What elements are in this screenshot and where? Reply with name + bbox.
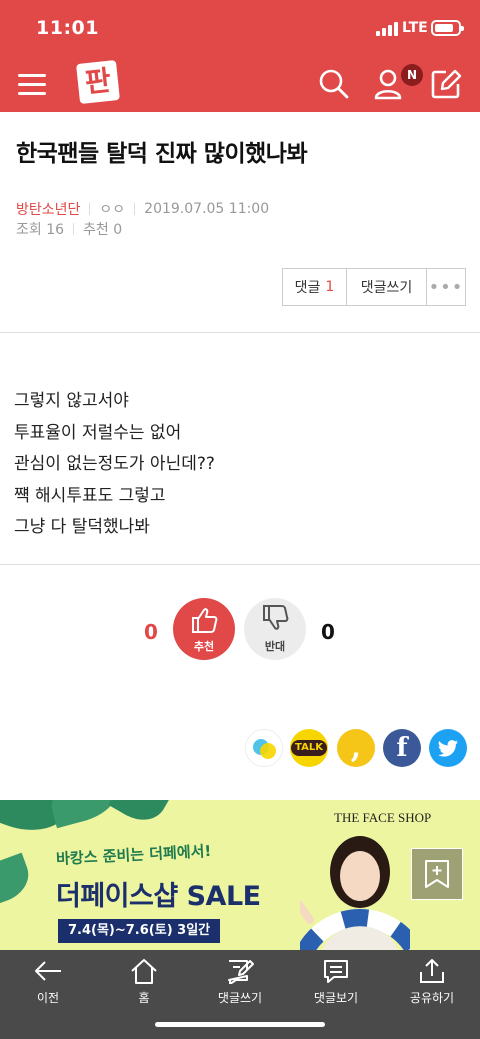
post-recommends: 추천 0 (83, 222, 123, 238)
nav-label: 홈 (138, 991, 150, 1005)
nav-home[interactable]: 홈 (96, 958, 192, 1008)
kakaotalk-label: TALK (291, 740, 327, 756)
signal-icon (376, 22, 400, 36)
bookmark-add-button[interactable] (411, 848, 463, 900)
nav-label: 이전 (36, 991, 60, 1005)
nav-share[interactable]: 공유하기 (384, 958, 480, 1008)
upvote-label: 추천 (193, 640, 215, 653)
twitter-bird-icon (438, 740, 458, 757)
pann-logo[interactable]: 판 (76, 60, 120, 104)
comment-label: 댓글 (294, 280, 321, 296)
status-bar: 11:01 LTE (0, 0, 480, 58)
section-divider (0, 564, 480, 565)
back-arrow-icon (35, 961, 61, 981)
downvote-label: 반대 (264, 640, 286, 653)
write-comment-icon (228, 960, 254, 984)
meta-divider (134, 203, 136, 215)
body-line: 관심이 없는정도가 아닌데?? (14, 454, 215, 474)
share-kakaostory-icon[interactable]: , (337, 729, 375, 767)
post-title: 한국팬들 탈덕 진짜 많이했나봐 (16, 141, 308, 167)
nav-view-comments[interactable]: 댓글보기 (288, 958, 384, 1008)
post-datetime: 2019.07.05 11:00 (144, 201, 270, 217)
meta-divider (89, 203, 91, 215)
ad-headline: 더페이스샵 SALE (56, 881, 261, 912)
upvote-count: 0 (144, 620, 158, 644)
share-icon (420, 959, 444, 983)
top-bar: 11:01 LTE 판 N (0, 0, 480, 112)
post-meta-stats: 조회 16 추천 0 (16, 219, 122, 239)
comment-count-button[interactable]: 댓글 1 (283, 269, 347, 305)
comment-button-group: 댓글 1 댓글쓰기 ••• (282, 268, 466, 306)
meta-divider (73, 223, 75, 235)
thumbs-up-icon (192, 608, 218, 633)
more-button[interactable]: ••• (427, 269, 465, 305)
body-line: 그냥 다 탈덕했나봐 (14, 517, 150, 537)
notification-badge[interactable]: N (401, 64, 423, 86)
downvote-button[interactable]: 반대 (244, 598, 306, 660)
post-author[interactable]: 방탄소년단 (16, 199, 80, 219)
body-line: 쨱 해시투표도 그렇고 (14, 485, 166, 506)
upvote-button[interactable]: 추천 (173, 598, 235, 660)
view-comments-icon (324, 960, 348, 983)
nav-label: 댓글보기 (313, 991, 359, 1005)
share-kakao-channel-icon[interactable] (245, 729, 283, 767)
ad-date-range: 7.4(목)~7.6(토) 3일간 (58, 919, 221, 943)
nav-back[interactable]: 이전 (0, 958, 96, 1008)
kakao-channel-icon (253, 739, 276, 759)
section-divider (0, 332, 480, 333)
nav-write-comment[interactable]: 댓글쓰기 (192, 958, 288, 1008)
search-icon[interactable] (318, 68, 350, 100)
post-meta-primary: 방탄소년단 ㅇㅇ 2019.07.05 11:00 (16, 199, 269, 219)
share-twitter-icon[interactable] (429, 729, 467, 767)
post-nickname: ㅇㅇ (99, 202, 126, 218)
body-line: 투표율이 저럴수는 없어 (14, 422, 182, 443)
ad-banner[interactable]: THE FACE SHOP 바캉스 준비는 더페에서! 더페이스샵 SALE 7… (0, 800, 480, 950)
network-label: LTE (402, 20, 428, 36)
battery-icon (431, 20, 464, 36)
write-icon[interactable] (430, 68, 462, 100)
ad-subtitle: 바캉스 준비는 더페에서! (55, 841, 212, 869)
share-facebook-icon[interactable]: f (383, 729, 421, 767)
share-kakaotalk-icon[interactable]: TALK (290, 729, 328, 767)
post-body: 그렇지 않고서야 투표율이 저럴수는 없어 관심이 없는정도가 아닌데?? 쨱 … (14, 386, 215, 544)
nav-label: 댓글쓰기 (217, 991, 263, 1005)
nav-label: 공유하기 (409, 991, 455, 1005)
write-comment-button[interactable]: 댓글쓰기 (347, 269, 427, 305)
leaf-decoration (0, 852, 36, 908)
comment-count: 1 (325, 279, 335, 295)
status-time: 11:01 (36, 17, 99, 39)
leaf-decoration (108, 800, 172, 830)
home-icon (131, 959, 157, 984)
downvote-count: 0 (321, 620, 335, 644)
ad-model-image (300, 836, 410, 950)
thumbs-down-icon (263, 605, 289, 630)
home-indicator (155, 1022, 325, 1027)
post-views: 조회 16 (16, 222, 65, 238)
menu-icon[interactable] (18, 72, 48, 96)
bookmark-add-icon (425, 860, 449, 888)
app-header: 판 N (0, 58, 480, 112)
body-line: 그렇지 않고서야 (14, 391, 129, 411)
